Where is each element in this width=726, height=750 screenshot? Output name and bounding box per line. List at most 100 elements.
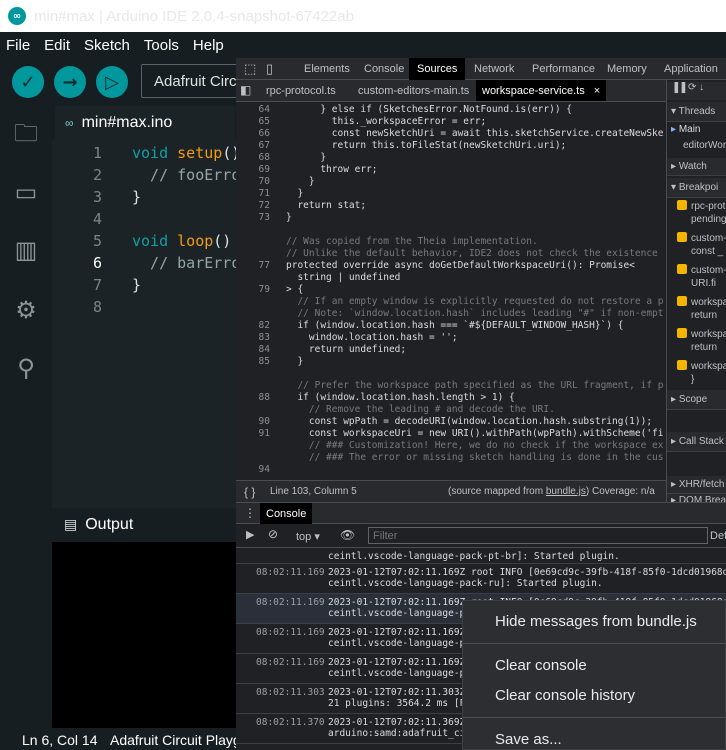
breakpoint-item[interactable]: workspa <box>667 296 726 310</box>
console-message[interactable]: ceintl.vscode-language-pack-pt-br]: Star… <box>236 548 726 564</box>
menu-help[interactable]: Help <box>193 37 224 54</box>
source-line-number[interactable]: 88 <box>236 392 270 403</box>
source-line-number[interactable]: 73 <box>236 212 270 223</box>
log-levels-dropdown[interactable]: Def <box>710 530 726 542</box>
menu-item-clear-history[interactable]: Clear console history <box>495 687 635 704</box>
source-line-number[interactable]: 94 <box>236 464 270 474</box>
source-line: protected override async doGetDefaultWor… <box>286 260 635 271</box>
source-line-number[interactable]: 83 <box>236 332 270 343</box>
code-line: // barError <box>132 254 250 272</box>
scope-section[interactable]: ▸ Scope <box>667 390 726 410</box>
file-tab-workspace-service[interactable]: workspace-service.ts × <box>476 80 607 101</box>
file-tab-rpc-protocol[interactable]: rpc-protocol.ts <box>266 80 336 101</box>
menu-tools[interactable]: Tools <box>144 37 179 54</box>
tab-elements[interactable]: Elements <box>304 58 350 80</box>
code-line: } <box>132 188 142 206</box>
folder-icon[interactable]: 🗀 <box>12 116 40 147</box>
board-selector[interactable]: Adafruit Circuit Playground <box>141 64 251 98</box>
pretty-print-icon[interactable]: { } <box>244 485 255 499</box>
source-line-number[interactable]: 90 <box>236 416 270 427</box>
breakpoint-checkbox[interactable] <box>677 296 687 306</box>
menu-item-hide-messages[interactable]: Hide messages from bundle.js <box>495 613 697 630</box>
breakpoint-checkbox[interactable] <box>677 200 687 210</box>
eye-icon[interactable]: 👁 <box>340 528 355 542</box>
menu-sketch[interactable]: Sketch <box>84 37 130 54</box>
breakpoint-item[interactable]: workspa <box>667 328 726 342</box>
menu-separator <box>463 717 726 718</box>
cursor-position[interactable]: Ln 6, Col 14 <box>22 732 98 748</box>
more-icon[interactable]: ⋮ <box>244 506 256 520</box>
menu-item-save-as[interactable]: Save as... <box>495 731 562 748</box>
source-line-number[interactable]: 82 <box>236 320 270 331</box>
thread-main[interactable]: ▸ Main <box>667 124 726 140</box>
source-line-number[interactable]: 67 <box>236 140 270 151</box>
sidebar-icon[interactable]: ▶ <box>246 528 254 541</box>
code-editor[interactable]: 1 void setup() 2 // fooError 3} 4 5 void loop(… <box>52 140 249 508</box>
source-code-view[interactable]: 64 } else if (SketchesError.NotFound.is(… <box>236 102 666 474</box>
source-line: throw err; <box>286 164 378 175</box>
line-number: 3 <box>92 188 102 206</box>
source-line-number[interactable]: 85 <box>236 356 270 367</box>
arduino-logo-icon: ∞ <box>8 7 26 25</box>
breakpoint-item[interactable]: rpc-prot <box>667 200 726 214</box>
source-line-number[interactable]: 72 <box>236 200 270 211</box>
breakpoint-item[interactable]: custom- <box>667 232 726 246</box>
source-line-number[interactable]: 66 <box>236 128 270 139</box>
source-line-number[interactable]: 65 <box>236 116 270 127</box>
debug-button[interactable]: ▷ <box>96 66 128 98</box>
breakpoint-checkbox[interactable] <box>677 264 687 274</box>
context-selector[interactable]: top ▾ <box>296 530 320 543</box>
breakpoint-checkbox[interactable] <box>677 360 687 370</box>
thread-editor-worker[interactable]: editorWor <box>667 140 726 156</box>
breakpoint-item[interactable]: custom- <box>667 264 726 278</box>
callstack-section[interactable]: ▸ Call Stack <box>667 432 726 452</box>
menu-edit[interactable]: Edit <box>44 37 70 54</box>
line-number: 2 <box>92 166 102 184</box>
tab-sources[interactable]: Sources <box>409 58 466 80</box>
editor-tab-label: min#max.ino <box>81 114 173 131</box>
menu-item-clear-console[interactable]: Clear console <box>495 657 587 674</box>
close-icon[interactable]: × <box>594 85 600 97</box>
bundle-link[interactable]: bundle.js <box>546 486 586 497</box>
breakpoint-checkbox[interactable] <box>677 232 687 242</box>
device-toggle-icon[interactable]: ▯ <box>266 58 273 80</box>
watch-section[interactable]: ▸ Watch <box>667 158 726 176</box>
source-line-number[interactable]: 84 <box>236 344 270 355</box>
debug-controls[interactable]: ▐▐ ⟳ ↓ <box>667 82 726 100</box>
menu-file[interactable]: File <box>6 37 30 54</box>
breakpoints-section[interactable]: ▾ Breakpoi <box>667 178 726 198</box>
sidebar-toggle-icon[interactable]: ◧ <box>240 80 251 101</box>
source-line-number[interactable]: 68 <box>236 152 270 163</box>
tab-performance[interactable]: Performance <box>532 58 595 80</box>
drawer-tab-console[interactable]: Console <box>260 503 313 524</box>
source-line-number[interactable]: 71 <box>236 188 270 199</box>
source-line-number[interactable]: 69 <box>236 164 270 175</box>
clear-console-icon[interactable]: ⊘ <box>268 527 278 541</box>
search-icon[interactable]: ⚲ <box>12 354 40 382</box>
editor-tab[interactable]: ∞ min#max.ino <box>55 106 235 140</box>
upload-button[interactable]: → <box>54 66 86 98</box>
inspect-icon[interactable]: ⬚ <box>244 58 256 80</box>
source-line-number[interactable]: 70 <box>236 176 270 187</box>
library-icon[interactable]: ▥ <box>12 236 40 264</box>
line-number: 5 <box>92 232 102 250</box>
breakpoint-item[interactable]: workspa <box>667 360 726 374</box>
breakpoint-code: const _ <box>691 246 724 257</box>
boards-manager-icon[interactable]: ▭ <box>12 178 40 206</box>
xhr-breakpoints-section[interactable]: ▸ XHR/fetch <box>667 476 726 494</box>
console-filter-input[interactable] <box>368 527 708 544</box>
source-line-number[interactable]: 77 <box>236 260 270 271</box>
console-message[interactable]: 08:02:11.1692023-01-12T07:02:11.169Z roo… <box>236 564 726 594</box>
source-line-number[interactable]: 64 <box>236 104 270 115</box>
source-line-number[interactable]: 91 <box>236 428 270 439</box>
threads-section[interactable]: ▾ Threads <box>667 102 726 122</box>
breakpoint-checkbox[interactable] <box>677 328 687 338</box>
debug-icon[interactable]: ⚙ <box>12 296 40 324</box>
tab-memory[interactable]: Memory <box>607 58 647 80</box>
tab-network[interactable]: Network <box>474 58 514 80</box>
tab-application[interactable]: Application <box>664 58 718 80</box>
source-line-number[interactable]: 79 <box>236 284 270 295</box>
file-tab-custom-editors[interactable]: custom-editors-main.ts <box>358 80 469 101</box>
tab-console[interactable]: Console <box>364 58 404 80</box>
verify-button[interactable]: ✓ <box>12 66 44 98</box>
